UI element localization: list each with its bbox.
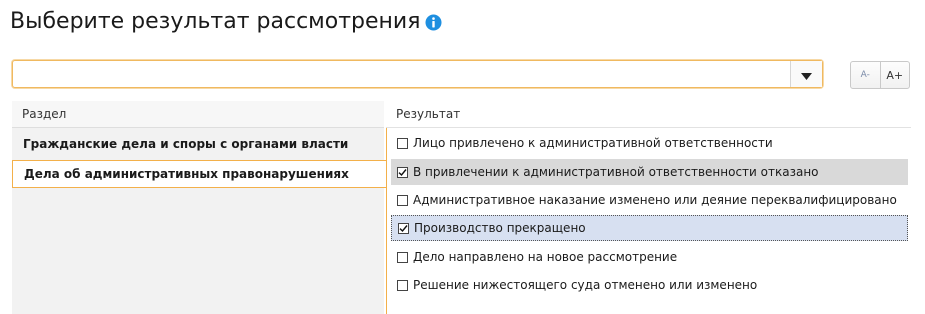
result-item-label: Производство прекращено bbox=[414, 221, 586, 235]
decrease-font-button[interactable]: A- bbox=[851, 62, 880, 88]
section-item-civil[interactable]: Гражданские дела и споры с органами влас… bbox=[12, 128, 384, 160]
results-panel: Результат Лицо привлечено к администрати… bbox=[386, 101, 911, 314]
result-item[interactable]: Административное наказание изменено или … bbox=[391, 187, 908, 213]
result-combobox-input[interactable] bbox=[17, 64, 791, 86]
result-item[interactable]: Производство прекращено bbox=[391, 215, 908, 241]
checkbox[interactable] bbox=[397, 137, 408, 149]
info-icon[interactable] bbox=[425, 14, 442, 31]
sections-panel: Раздел Гражданские дела и споры с органа… bbox=[12, 101, 386, 314]
increase-font-button[interactable]: A+ bbox=[879, 62, 910, 88]
result-item-label: В привлечении к административной ответст… bbox=[413, 165, 819, 179]
page-title: Выберите результат рассмотрения bbox=[10, 4, 442, 38]
result-item[interactable]: В привлечении к административной ответст… bbox=[391, 159, 908, 185]
triangle-down-icon bbox=[801, 65, 812, 84]
results-column-header: Результат bbox=[386, 101, 911, 128]
sections-column-header: Раздел bbox=[12, 101, 384, 128]
result-item-label: Дело направлено на новое рассмотрение bbox=[413, 250, 678, 264]
result-item-label: Административное наказание изменено или … bbox=[413, 193, 897, 207]
result-item[interactable]: Дело направлено на новое рассмотрение bbox=[391, 244, 908, 270]
checkmark-icon bbox=[399, 224, 408, 232]
combobox-dropdown-button[interactable] bbox=[790, 61, 822, 87]
result-item[interactable]: Лицо привлечено к административной ответ… bbox=[391, 130, 908, 156]
result-combobox[interactable] bbox=[12, 60, 823, 88]
result-item-label: Лицо привлечено к административной ответ… bbox=[413, 136, 773, 150]
section-item-administrative[interactable]: Дела об административных правонарушениях bbox=[12, 160, 386, 188]
checkbox[interactable] bbox=[397, 279, 408, 291]
result-item-label: Решение нижестоящего суда отменено или и… bbox=[413, 278, 758, 292]
page-title-text: Выберите результат рассмотрения bbox=[10, 8, 421, 34]
checkbox[interactable] bbox=[398, 222, 409, 234]
result-item[interactable]: Решение нижестоящего суда отменено или и… bbox=[391, 272, 908, 298]
font-size-controls: A- A+ bbox=[850, 61, 910, 89]
checkmark-icon bbox=[398, 168, 407, 176]
checkbox[interactable] bbox=[397, 194, 408, 206]
results-list: Лицо привлечено к административной ответ… bbox=[386, 128, 911, 314]
checkbox[interactable] bbox=[397, 166, 408, 178]
checkbox[interactable] bbox=[397, 251, 408, 263]
